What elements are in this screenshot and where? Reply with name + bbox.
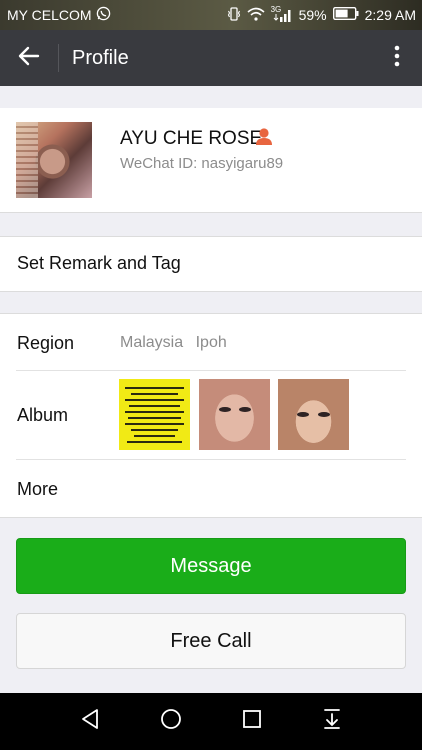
vibrate-icon (227, 6, 241, 25)
more-vert-icon (394, 45, 400, 72)
set-remark-row[interactable]: Set Remark and Tag (0, 236, 422, 292)
set-remark-label: Set Remark and Tag (17, 253, 181, 273)
nav-notification-icon[interactable] (322, 708, 342, 735)
message-button[interactable]: Message (16, 538, 406, 594)
clock: 2:29 AM (364, 7, 416, 23)
whatsapp-icon (96, 6, 111, 24)
signal-icon: 3G (271, 5, 293, 23)
nav-back-icon[interactable] (80, 708, 100, 735)
toolbar-divider (58, 44, 59, 72)
free-call-button[interactable]: Free Call (16, 613, 406, 669)
region-country: Malaysia (120, 334, 184, 351)
region-city: Ipoh (195, 334, 227, 351)
info-card: Region Malaysia Ipoh Album More (0, 313, 422, 518)
system-nav-bar (0, 693, 422, 750)
region-label: Region (17, 333, 75, 353)
region-value: Malaysia Ipoh (120, 334, 227, 352)
profile-name: AYU CHE ROSE (120, 128, 263, 149)
wechat-id: WeChat ID: nasyigaru89 (120, 155, 284, 172)
person-icon (255, 127, 273, 151)
album-thumbnail[interactable] (278, 379, 349, 450)
back-button[interactable] (0, 30, 58, 86)
album-thumbnail[interactable] (199, 379, 270, 450)
status-bar: MY CELCOM 3G 59% 2:29 AM (0, 0, 422, 30)
avatar[interactable] (16, 122, 92, 198)
nav-recents-icon[interactable] (242, 709, 262, 734)
wifi-icon (247, 7, 265, 24)
more-options-button[interactable] (372, 30, 422, 86)
album-label: Album (17, 405, 69, 425)
album-thumbnail[interactable] (119, 379, 190, 450)
toolbar: Profile (0, 30, 422, 86)
battery-percent: 59% (298, 7, 327, 23)
battery-icon (332, 6, 359, 23)
more-label: More (17, 479, 59, 499)
back-arrow-icon (18, 46, 40, 71)
page-title: Profile (72, 46, 129, 69)
carrier-name: MY CELCOM (7, 7, 92, 23)
more-row[interactable] (0, 460, 422, 517)
nav-home-icon[interactable] (160, 708, 182, 735)
